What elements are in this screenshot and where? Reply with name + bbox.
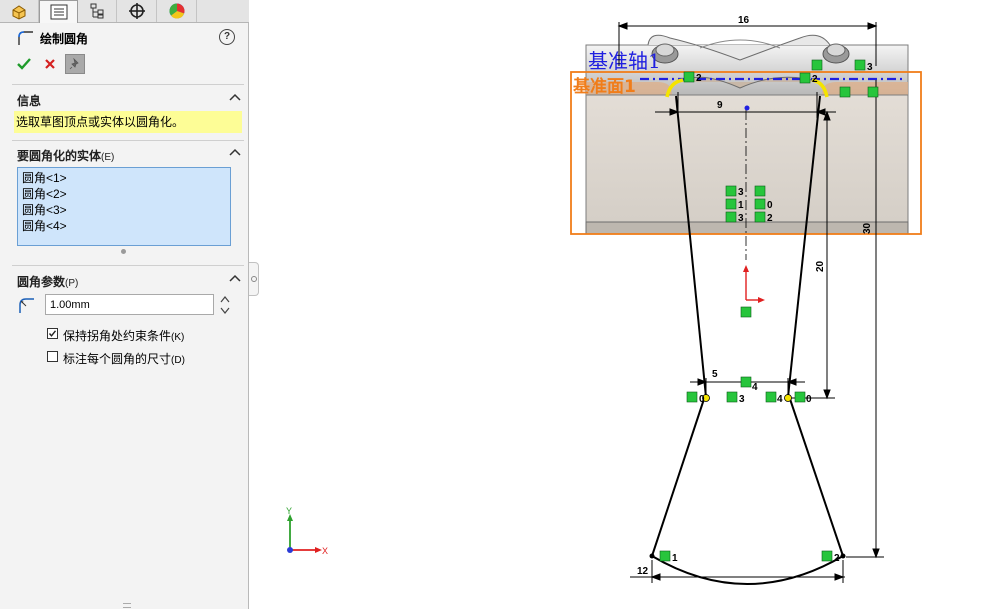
list-item[interactable]: 圆角<1> [22,170,226,186]
dimension-label[interactable]: 16 [738,15,750,26]
entities-section-header[interactable]: 要圆角化的实体(E) [0,145,249,163]
params-heading: 圆角参数 [17,275,66,289]
relation-tag: 4 [752,382,758,393]
origin-point[interactable] [744,105,750,111]
chevron-up-icon[interactable] [229,93,241,101]
pushpin-button[interactable] [65,54,85,74]
list-item[interactable]: 圆角<2> [22,186,226,202]
chevron-up-icon[interactable] [229,274,241,282]
relation-tag: 3 [867,62,873,73]
relation-tag: 3 [738,213,744,224]
relation-tag: 0 [767,200,773,211]
relation-tag: 2 [834,553,840,564]
separator [12,84,244,85]
relation-tag: 3 [739,394,745,405]
feature-manager-icon[interactable] [0,0,39,22]
info-message: 选取草图顶点或实体以圆角化。 [14,111,242,133]
section-label: 要圆角化的实体(E) [17,147,114,164]
list-resize-handle[interactable] [121,249,126,254]
sketch-point[interactable] [649,553,655,559]
close-icon [45,59,55,69]
entities-heading: 要圆角化的实体 [17,149,102,163]
fillet-4[interactable] [784,394,792,402]
section-label: 圆角参数(P) [17,273,78,290]
checkmark-icon [48,330,57,337]
pushpin-icon [69,58,79,70]
section-label: 信息 [17,94,42,108]
keep-constraints-hotkey: (K) [171,332,185,343]
separator [12,265,244,266]
dimension-label[interactable]: 30 [862,222,873,234]
sketch-fillet-icon [18,31,33,45]
info-section-header[interactable]: 信息 [0,90,249,108]
sketch-origin[interactable] [743,265,765,303]
relation-tag: 2 [812,74,818,85]
help-icon[interactable]: ? [219,29,235,45]
relation-tag: 4 [777,394,783,405]
dimension-each-label: 标注每个圆角的尺寸 [63,352,172,366]
relation-tag: 1 [672,553,678,564]
property-manager-header: 绘制圆角 ? [17,28,239,48]
display-manager-icon[interactable] [157,0,197,22]
chevron-up-icon[interactable] [229,148,241,156]
dimension-each-checkbox[interactable] [47,351,58,362]
radius-input[interactable] [45,294,214,315]
triad-x-label: X [322,546,328,556]
axis-label[interactable]: 基准轴1 [588,49,661,73]
configuration-manager-icon[interactable] [78,0,117,22]
triad-y-label: Y [286,506,292,516]
plane-label[interactable]: 基准面1 [572,76,636,97]
property-manager-icon[interactable] [39,0,78,23]
relation-tag: 0 [699,394,705,405]
relation-tag: 1 [738,200,744,211]
keep-constraints-checkbox[interactable] [47,328,58,339]
checkbox-label: 标注每个圆角的尺寸(D) [63,350,185,367]
sketch-canvas[interactable]: 基准面1 基准轴1 16 9 20 30 5 12 2 3 2 3 1 0 3 … [260,0,987,609]
dimension-label[interactable]: 20 [815,260,826,272]
relation-tag: 3 [738,187,744,198]
manager-tabs [0,0,249,23]
list-item[interactable]: 圆角<3> [22,202,226,218]
sketch-point[interactable] [840,553,846,559]
entities-hotkey: (E) [101,152,115,163]
radius-row [17,293,239,317]
relation-tag: 2 [767,213,773,224]
checkbox-label: 保持拐角处约束条件(K) [63,327,184,344]
graphics-area[interactable]: 基准面1 基准轴1 16 9 20 30 5 12 2 3 2 3 1 0 3 … [260,0,987,609]
dimension-label[interactable]: 9 [717,100,723,111]
params-section-header[interactable]: 圆角参数(P) [0,271,249,289]
dimension-each-hotkey: (D) [171,355,185,366]
params-hotkey: (P) [65,278,79,289]
panel-resize-grip[interactable] [123,603,131,608]
fillet-radius-icon [19,298,34,313]
relation-tag: 0 [806,394,812,405]
entities-list[interactable]: 圆角<1> 圆角<2> 圆角<3> 圆角<4> [17,167,231,246]
list-item[interactable]: 圆角<4> [22,218,226,234]
separator [12,140,244,141]
ok-button[interactable] [14,54,34,74]
dimension-label[interactable]: 12 [637,566,649,577]
page-title: 绘制圆角 [40,32,89,46]
checkmark-icon [17,58,31,70]
relation-tag: 2 [696,73,702,84]
keep-constraints-label: 保持拐角处约束条件 [63,329,172,343]
dimxpert-icon[interactable] [117,0,157,22]
panel-collapse-handle[interactable] [249,262,259,296]
radius-spinner[interactable] [219,293,231,317]
property-manager-panel: 绘制圆角 ? 信息 选取草图顶点或实体以圆角化。 要圆角化的实体(E) 圆角<1… [0,0,249,609]
view-triad: Y X [286,506,328,556]
cancel-button[interactable] [40,54,60,74]
dimension-label[interactable]: 5 [712,369,718,380]
